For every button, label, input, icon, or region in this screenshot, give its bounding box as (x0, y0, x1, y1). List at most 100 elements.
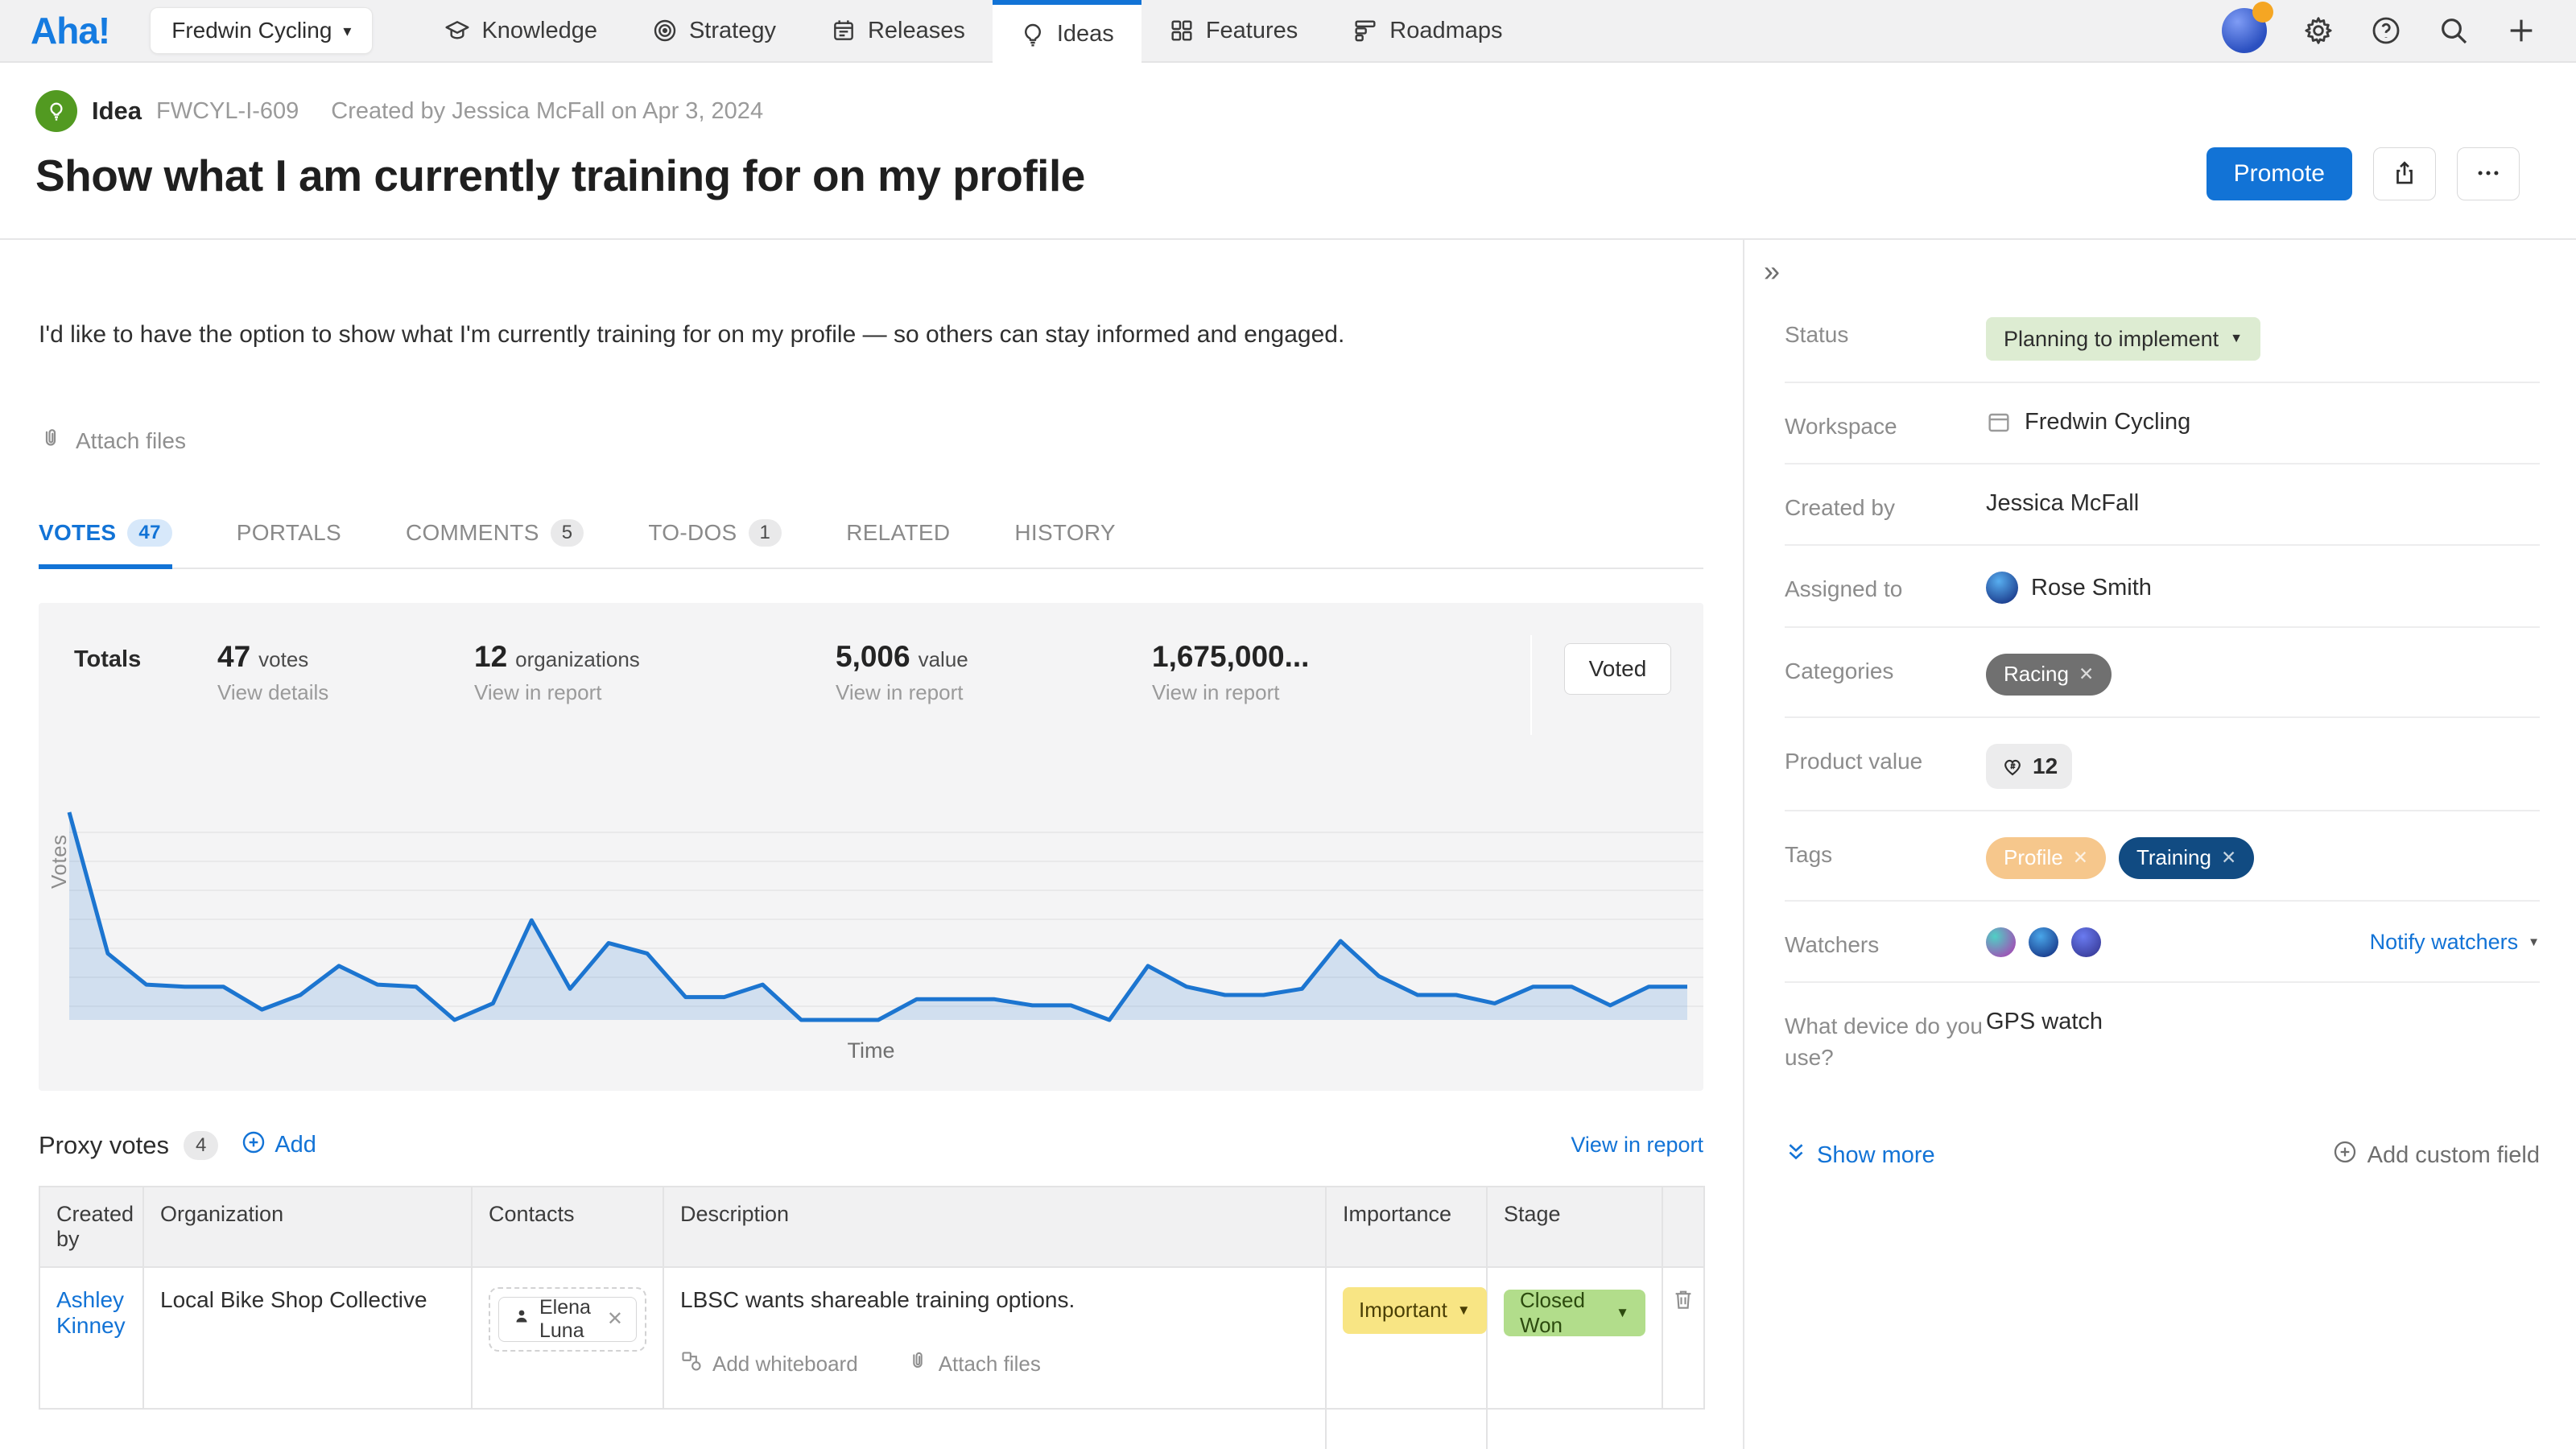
show-more-link[interactable]: Show more (1785, 1141, 1935, 1170)
remove-tag-icon[interactable]: ✕ (2221, 847, 2236, 869)
releases-icon (831, 18, 857, 43)
proxy-votes-count-badge: 4 (184, 1131, 218, 1160)
person-icon (512, 1307, 531, 1331)
double-chevron-down-icon (1785, 1141, 1807, 1170)
knowledge-icon (444, 18, 470, 43)
proxy-votes-title: Proxy votes (39, 1131, 169, 1160)
promote-button[interactable]: Promote (2207, 147, 2352, 200)
tab-todos[interactable]: TO-DOS 1 (648, 519, 782, 568)
idea-header: Idea FWCYL-I-609 Created by Jessica McFa… (0, 63, 2576, 240)
voted-button[interactable]: Voted (1564, 643, 1672, 695)
settings-gear-icon[interactable] (2302, 14, 2334, 47)
proxy-view-in-report-link[interactable]: View in report (1571, 1133, 1703, 1158)
table-row: Ashley Kinney Local Bike Shop Collective… (39, 1267, 1704, 1409)
view-in-report-link[interactable]: View in report (474, 680, 836, 705)
proxy-creator-link[interactable]: Ashley Kinney (56, 1287, 126, 1338)
tag-value: Profile (2004, 845, 2063, 870)
watcher-avatar[interactable] (1986, 927, 2016, 957)
heart-score-icon (2000, 754, 2025, 778)
nav-item-label: Features (1206, 18, 1298, 44)
chevron-down-icon: ▼ (1616, 1305, 1629, 1321)
tag-profile[interactable]: Profile ✕ (1986, 837, 2106, 879)
tab-history[interactable]: HISTORY (1014, 519, 1116, 568)
notify-watchers-dropdown[interactable]: Notify watchers ▼ (2370, 930, 2540, 955)
delete-row-icon[interactable] (1671, 1291, 1695, 1316)
product-value-number: 12 (2033, 753, 2058, 779)
view-in-report-link[interactable]: View in report (836, 680, 1152, 705)
nav-item-label: Knowledge (481, 18, 597, 44)
share-icon (2391, 159, 2418, 189)
tab-count-badge: 1 (749, 519, 782, 547)
field-workspace: Workspace Fredwin Cycling (1785, 383, 2540, 464)
description-actions: Add whiteboard Attach files (680, 1350, 1309, 1378)
proxy-add-button[interactable]: Add (241, 1129, 316, 1162)
importance-dropdown[interactable]: Important ▼ (1343, 1287, 1487, 1334)
field-label: Watchers (1785, 923, 1986, 960)
category-tag-racing[interactable]: Racing ✕ (1986, 654, 2112, 696)
detail-tabs: VOTES 47 PORTALS COMMENTS 5 TO-DOS 1 REL… (39, 519, 1703, 569)
nav-item-strategy[interactable]: Strategy (625, 0, 803, 62)
workspace-switcher[interactable]: Fredwin Cycling ▾ (150, 7, 373, 54)
aha-logo[interactable]: Aha! (31, 9, 109, 52)
col-header-description: Description (663, 1187, 1326, 1267)
nav-item-releases[interactable]: Releases (803, 0, 993, 62)
aha-idea-page: Aha! Fredwin Cycling ▾ Knowledge Strateg… (0, 0, 2576, 1449)
notify-watchers-label: Notify watchers (2370, 930, 2519, 955)
field-label: Product value (1785, 739, 1986, 777)
votes-chart: Votes Time (39, 720, 1703, 1091)
tab-votes[interactable]: VOTES 47 (39, 519, 172, 568)
remove-category-icon[interactable]: ✕ (2079, 663, 2094, 685)
add-plus-icon[interactable] (2505, 14, 2537, 47)
assigned-to-value[interactable]: Rose Smith (2031, 575, 2152, 601)
help-icon[interactable] (2370, 14, 2402, 47)
stage-dropdown[interactable]: Closed Won ▼ (1504, 1290, 1645, 1336)
remove-contact-icon[interactable]: ✕ (607, 1307, 623, 1331)
add-custom-field-link[interactable]: Add custom field (2332, 1139, 2540, 1171)
watcher-avatar[interactable] (2029, 927, 2058, 957)
field-label: Tags (1785, 832, 1986, 870)
view-in-report-link[interactable]: View in report (1152, 680, 1530, 705)
remove-tag-icon[interactable]: ✕ (2073, 847, 2088, 869)
main-content: I'd like to have the option to show what… (0, 240, 1743, 1449)
field-label: Created by (1785, 485, 1986, 523)
view-details-link[interactable]: View details (217, 680, 474, 705)
totals-row: Totals 47votes View details 12organizati… (39, 603, 1703, 735)
more-options-button[interactable] (2457, 147, 2520, 200)
contact-field[interactable]: Elena Luna ✕ (489, 1287, 646, 1352)
collapse-sidebar-icon[interactable]: » (1764, 254, 1799, 288)
share-button[interactable] (2373, 147, 2436, 200)
nav-item-ideas[interactable]: Ideas (993, 0, 1141, 64)
attach-files-label: Attach files (939, 1352, 1041, 1377)
chevron-down-icon: ▼ (1457, 1302, 1471, 1319)
field-label: Categories (1785, 649, 1986, 687)
proxy-organization-cell: Local Bike Shop Collective (143, 1267, 472, 1409)
watcher-avatar[interactable] (2071, 927, 2101, 957)
chart-y-axis-label: Votes (47, 834, 72, 889)
field-label: Assigned to (1785, 567, 1986, 605)
add-whiteboard-link[interactable]: Add whiteboard (680, 1350, 858, 1378)
attach-files-link[interactable]: Attach files (39, 427, 216, 456)
add-custom-field-label: Add custom field (2368, 1142, 2540, 1169)
chart-x-axis-label: Time (39, 1038, 1703, 1063)
user-avatar[interactable] (2222, 8, 2267, 53)
tag-training[interactable]: Training ✕ (2119, 837, 2254, 879)
tab-comments[interactable]: COMMENTS 5 (406, 519, 584, 568)
nav-right-tools (2222, 8, 2576, 53)
tab-count-badge: 47 (127, 519, 171, 547)
votes-panel: Totals 47votes View details 12organizati… (39, 603, 1703, 1091)
details-sidebar: » Status Planning to implement ▼ Workspa… (1743, 240, 2576, 1449)
nav-item-features[interactable]: Features (1141, 0, 1325, 62)
status-dropdown[interactable]: Planning to implement ▼ (1986, 317, 2260, 361)
nav-item-roadmaps[interactable]: Roadmaps (1325, 0, 1530, 62)
custom-question-value: GPS watch (1986, 1009, 2103, 1035)
product-value-badge[interactable]: 12 (1986, 744, 2072, 789)
attach-files-link[interactable]: Attach files (906, 1350, 1041, 1378)
idea-meta-row: Idea FWCYL-I-609 Created by Jessica McFa… (35, 90, 2576, 132)
field-created-by: Created by Jessica McFall (1785, 464, 2540, 546)
stat-unit: organizations (515, 647, 640, 672)
tab-portals[interactable]: PORTALS (237, 519, 341, 568)
nav-item-knowledge[interactable]: Knowledge (417, 0, 625, 62)
contact-chip[interactable]: Elena Luna ✕ (498, 1297, 637, 1342)
tab-related[interactable]: RELATED (846, 519, 950, 568)
search-icon[interactable] (2438, 14, 2470, 47)
